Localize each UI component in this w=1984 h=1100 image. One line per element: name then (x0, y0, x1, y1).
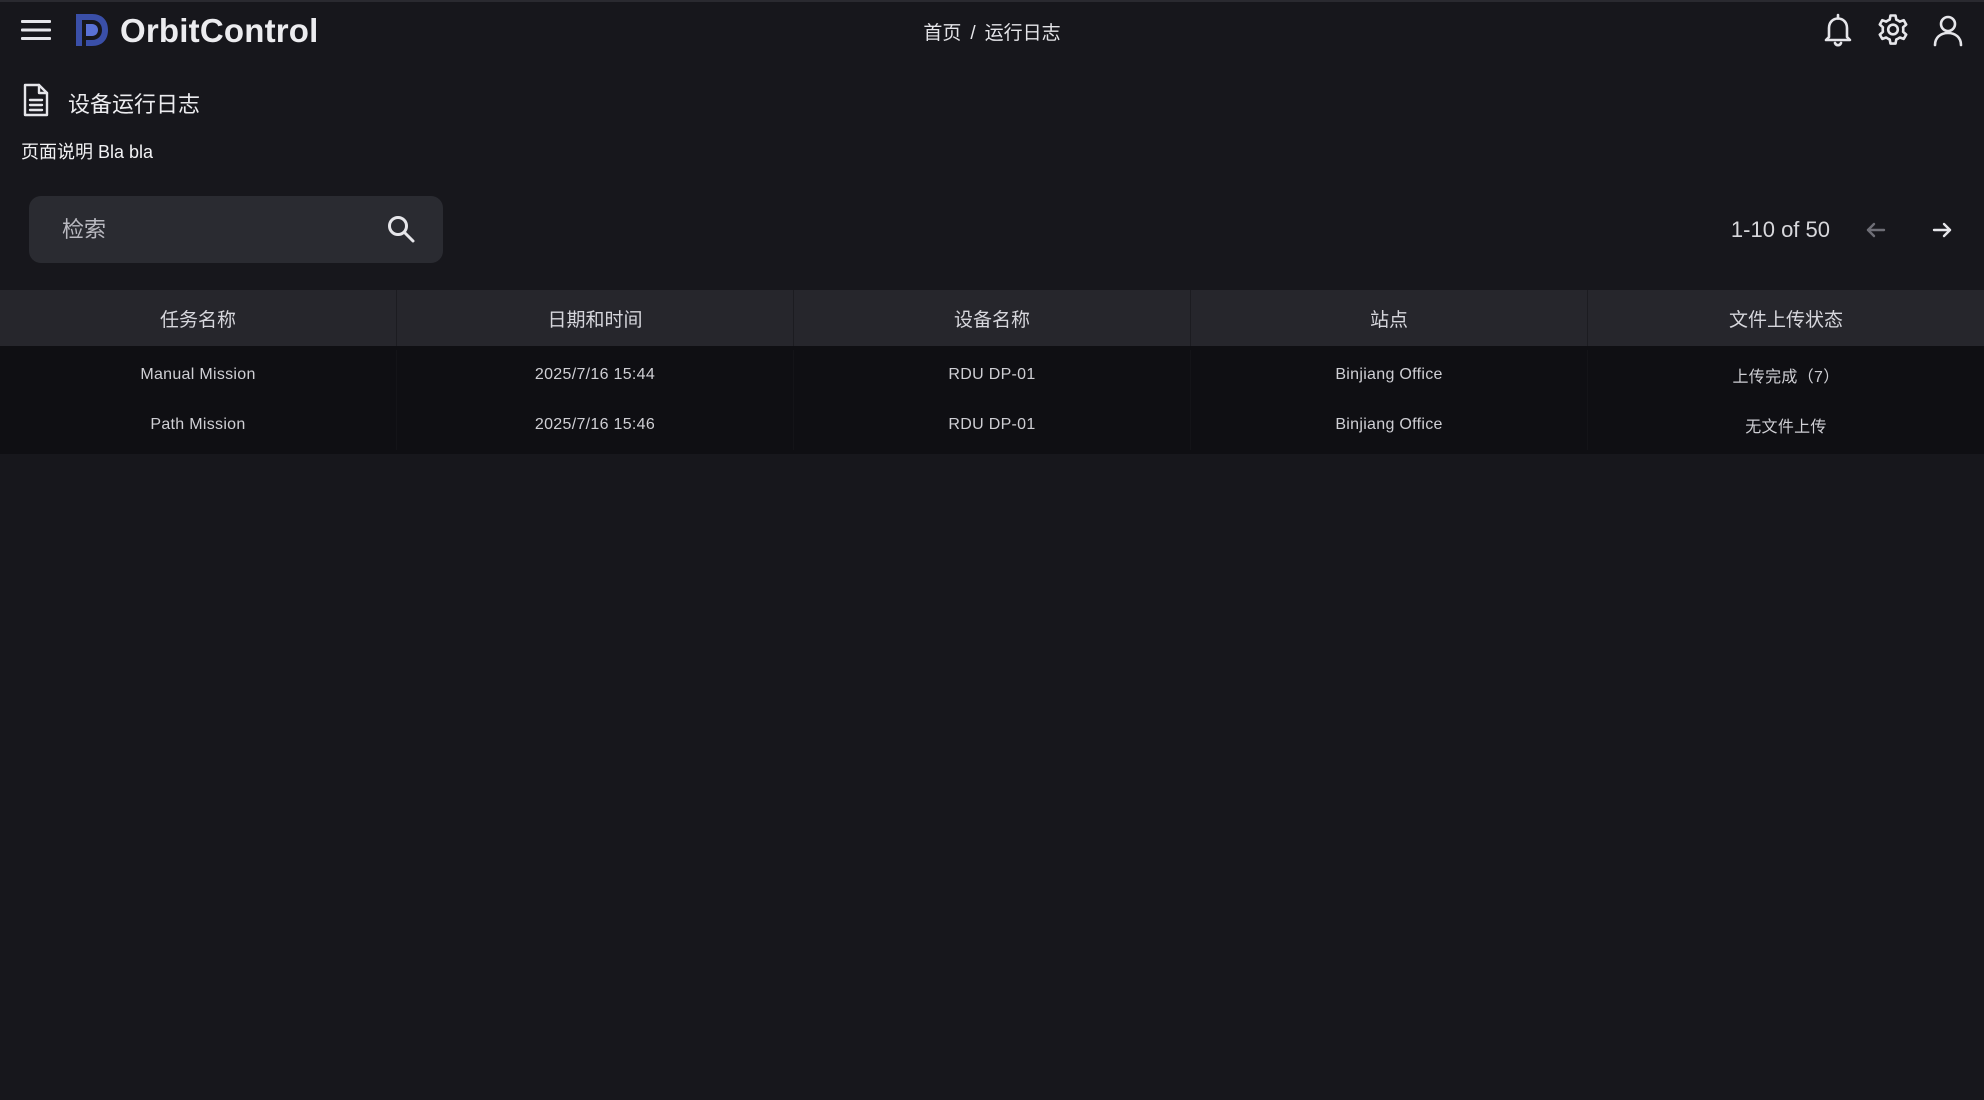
log-table: 任务名称 日期和时间 设备名称 站点 文件上传状态 Manual Mission… (0, 290, 1984, 454)
column-header-datetime[interactable]: 日期和时间 (397, 290, 794, 346)
cell-upload-status: 无文件上传 (1745, 419, 1827, 436)
pagination-range: 1-10 of 50 (1730, 217, 1830, 242)
table-header: 任务名称 日期和时间 设备名称 站点 文件上传状态 (0, 290, 1984, 346)
breadcrumb-current: 运行日志 (984, 23, 1061, 44)
column-header-upload-status[interactable]: 文件上传状态 (1588, 290, 1984, 346)
next-page-button[interactable] (1928, 214, 1956, 246)
user-profile-button[interactable] (1930, 12, 1966, 48)
table-body: Manual Mission 2025/7/16 15:44 RDU DP-01… (0, 346, 1984, 454)
settings-button[interactable] (1875, 12, 1911, 48)
cell-device-name: RDU DP-01 (794, 400, 1191, 450)
document-icon (23, 83, 49, 117)
cell-site: Binjiang Office (1191, 350, 1588, 400)
search-input[interactable] (29, 196, 389, 263)
previous-page-button[interactable] (1862, 214, 1890, 246)
breadcrumb-separator: / (970, 23, 976, 44)
search-box[interactable] (29, 196, 443, 263)
top-bar: OrbitControl 首页 / 运行日志 (0, 0, 1984, 58)
cell-upload-status: 上传完成（7） (1732, 369, 1840, 386)
cell-datetime: 2025/7/16 15:46 (397, 400, 794, 450)
breadcrumb: 首页 / 运行日志 (0, 18, 1984, 45)
breadcrumb-home-link[interactable]: 首页 (923, 23, 961, 44)
page-description: 页面说明 Bla bla (21, 142, 154, 162)
bell-icon (1824, 13, 1852, 47)
cell-device-name: RDU DP-01 (794, 350, 1191, 400)
notifications-button[interactable] (1820, 12, 1856, 48)
table-row[interactable]: Path Mission 2025/7/16 15:46 RDU DP-01 B… (0, 400, 1984, 450)
page-title: 设备运行日志 (68, 92, 201, 117)
column-header-device-name[interactable]: 设备名称 (794, 290, 1191, 346)
search-icon[interactable] (386, 214, 416, 244)
gear-icon (1878, 14, 1908, 45)
table-row[interactable]: Manual Mission 2025/7/16 15:44 RDU DP-01… (0, 350, 1984, 400)
arrow-left-icon (1866, 222, 1886, 238)
cell-datetime: 2025/7/16 15:44 (397, 350, 794, 400)
column-header-site[interactable]: 站点 (1191, 290, 1588, 346)
cell-task-name: Path Mission (0, 400, 397, 450)
user-icon (1933, 15, 1963, 47)
cell-task-name: Manual Mission (0, 350, 397, 400)
column-header-task-name[interactable]: 任务名称 (0, 290, 397, 346)
arrow-right-icon (1932, 222, 1952, 238)
cell-site: Binjiang Office (1191, 400, 1588, 450)
